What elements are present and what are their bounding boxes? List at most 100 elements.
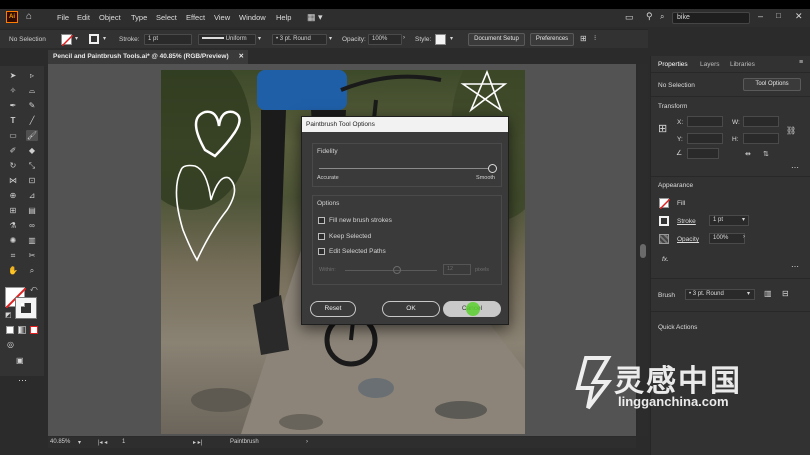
rotate-tool-icon[interactable]: ↻ (7, 160, 19, 171)
zoom-tool-icon[interactable]: ⌕ (26, 265, 38, 276)
paintbrush-tool-icon[interactable]: 🖌 (26, 130, 38, 141)
status-menu-icon[interactable]: › (306, 439, 308, 445)
edit-toolbar-icon[interactable]: ⋯ (18, 375, 27, 386)
fill-new-strokes-checkbox[interactable] (318, 217, 325, 224)
brush-dropdown-icon[interactable]: ▾ (329, 35, 332, 42)
reset-button[interactable]: Reset (310, 301, 356, 317)
flip-horizontal-icon[interactable]: ⇹ (745, 150, 751, 158)
fill-swatch[interactable] (659, 198, 671, 210)
fidelity-slider-thumb[interactable] (488, 164, 497, 173)
w-field[interactable] (743, 116, 779, 127)
color-mode-icon[interactable] (6, 326, 14, 334)
opacity-field[interactable]: 100% (368, 34, 402, 45)
magic-wand-tool-icon[interactable]: ✧ (7, 85, 19, 96)
symbol-sprayer-tool-icon[interactable]: ✺ (7, 235, 19, 246)
brush-field[interactable]: • 3 pt. Round (685, 289, 755, 300)
line-tool-icon[interactable]: ╱ (26, 115, 38, 126)
more-options-icon[interactable]: ⁝ (594, 34, 596, 42)
artboard-prev-icon[interactable]: |◂ ◂ (98, 439, 107, 446)
minimize-icon[interactable]: – (758, 11, 763, 21)
type-tool-icon[interactable]: T (7, 115, 19, 126)
selection-tool-icon[interactable]: ➤ (7, 70, 19, 81)
menu-type[interactable]: Type (131, 13, 147, 22)
opacity-label[interactable]: Opacity (677, 236, 699, 243)
menu-object[interactable]: Object (99, 13, 121, 22)
stroke-label[interactable]: Stroke (677, 218, 696, 225)
scale-tool-icon[interactable]: ⤡ (26, 160, 38, 171)
direct-selection-tool-icon[interactable]: ▹ (26, 70, 38, 81)
lightbulb-icon[interactable]: ⚲ (646, 11, 653, 22)
swap-colors-icon[interactable]: ⤺ (30, 286, 37, 294)
ok-button[interactable]: OK (382, 301, 440, 317)
menu-view[interactable]: View (214, 13, 230, 22)
arrange-docs-icon[interactable]: ▭ (625, 12, 634, 23)
hand-tool-icon[interactable]: ✋ (7, 265, 19, 276)
blend-tool-icon[interactable]: ∞ (26, 220, 38, 231)
fidelity-slider-track[interactable] (319, 168, 493, 169)
x-field[interactable] (687, 116, 723, 127)
stroke-weight-field[interactable]: 1 pt (144, 34, 192, 45)
flip-vertical-icon[interactable]: ⇅ (763, 150, 769, 158)
menu-effect[interactable]: Effect (186, 13, 205, 22)
align-grid-icon[interactable]: ⊞ (580, 34, 587, 43)
mesh-tool-icon[interactable]: ⊞ (7, 205, 19, 216)
maximize-icon[interactable]: □ (776, 11, 781, 20)
brush-dropdown-icon[interactable]: ▾ (747, 290, 750, 297)
menu-help[interactable]: Help (276, 13, 291, 22)
free-transform-tool-icon[interactable]: ⊡ (26, 175, 38, 186)
pen-tool-icon[interactable]: ✒ (7, 100, 19, 111)
panel-menu-icon[interactable]: ≡ (799, 59, 803, 66)
vertical-scroll-thumb[interactable] (640, 244, 646, 258)
workspace-switcher-icon[interactable]: ▦ ▾ (307, 12, 323, 23)
shape-builder-tool-icon[interactable]: ⊕ (7, 190, 19, 201)
zoom-dropdown-icon[interactable]: ▾ (78, 439, 81, 446)
screen-mode-icon[interactable]: ▣ (16, 356, 24, 365)
document-setup-button[interactable]: Document Setup (468, 33, 525, 46)
search-input[interactable]: bike (672, 12, 750, 24)
tool-options-button[interactable]: Tool Options (743, 78, 801, 91)
tab-close-icon[interactable]: ✕ (239, 50, 244, 64)
stroke-swatch[interactable] (89, 34, 99, 44)
none-mode-icon[interactable] (30, 326, 38, 334)
curvature-tool-icon[interactable]: ✎ (26, 100, 38, 111)
stroke-swatch[interactable] (659, 216, 669, 226)
gradient-mode-icon[interactable] (18, 326, 26, 334)
fill-swatch[interactable] (61, 34, 74, 47)
brush-library-icon[interactable]: ▥ (764, 289, 772, 298)
menu-select[interactable]: Select (156, 13, 177, 22)
tab-properties[interactable]: Properties (658, 61, 688, 68)
eyedropper-tool-icon[interactable]: ⚗ (7, 220, 19, 231)
rectangle-tool-icon[interactable]: ▭ (7, 130, 19, 141)
appearance-more-icon[interactable]: ⋯ (791, 262, 799, 271)
artboard-next-icon[interactable]: ▸ ▸| (193, 439, 202, 446)
edit-selected-paths-checkbox[interactable] (318, 248, 325, 255)
variable-width-profile[interactable]: Uniform (198, 34, 256, 45)
opacity-expand-icon[interactable]: › (403, 35, 405, 41)
artboard-number[interactable]: 1 (122, 439, 125, 445)
document-tab[interactable]: Pencil and Paintbrush Tools.ai* @ 40.85%… (48, 50, 248, 64)
link-proportions-icon[interactable]: ⛓ (786, 126, 796, 135)
tab-libraries[interactable]: Libraries (730, 61, 755, 68)
menu-window[interactable]: Window (239, 13, 266, 22)
h-field[interactable] (743, 133, 779, 144)
angle-field[interactable] (687, 148, 719, 159)
opacity-field[interactable]: 100% (709, 233, 745, 244)
brush-definition-field[interactable]: • 3 pt. Round (272, 34, 327, 45)
gradient-tool-icon[interactable]: ▤ (26, 205, 38, 216)
slice-tool-icon[interactable]: ✂ (26, 250, 38, 261)
eraser-tool-icon[interactable]: ◆ (26, 145, 38, 156)
shaper-tool-icon[interactable]: ✐ (7, 145, 19, 156)
width-tool-icon[interactable]: ⋈ (7, 175, 19, 186)
stroke-color-box[interactable] (15, 297, 37, 319)
tab-layers[interactable]: Layers (700, 61, 720, 68)
profile-dropdown-icon[interactable]: ▾ (258, 35, 261, 42)
close-icon[interactable]: ✕ (795, 11, 803, 22)
y-field[interactable] (687, 133, 723, 144)
reference-point-icon[interactable]: ⊞ (658, 122, 667, 135)
draw-mode-icon[interactable]: ◎ (7, 340, 14, 349)
brush-options-icon[interactable]: ⊟ (782, 289, 789, 298)
zoom-level[interactable]: 40.85% (50, 439, 70, 445)
stroke-weight-dropdown-icon[interactable]: ▾ (742, 216, 745, 223)
transform-more-icon[interactable]: ⋯ (791, 163, 799, 172)
menu-file[interactable]: File (57, 13, 69, 22)
